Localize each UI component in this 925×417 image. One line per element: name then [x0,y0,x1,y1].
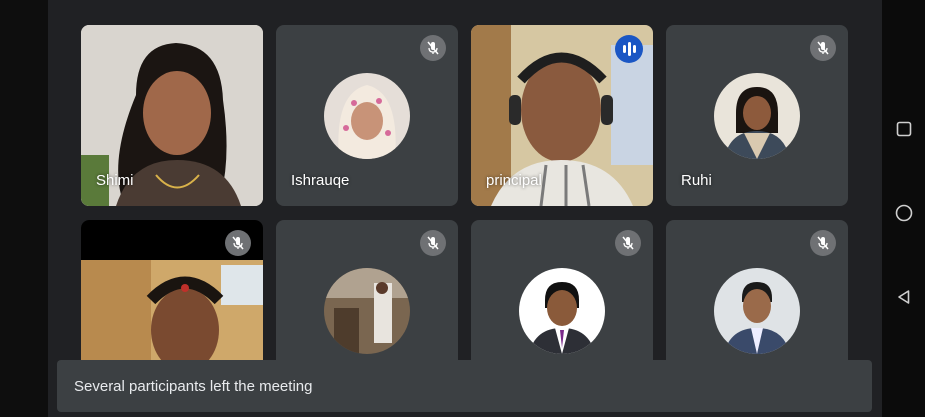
home-circle-icon[interactable] [894,203,914,223]
mic-off-icon [810,230,836,256]
participant-tile-principal[interactable]: principal [471,25,653,206]
participant-name: principal [486,172,542,189]
left-system-strip [0,0,48,417]
avatar [324,268,410,354]
participant-tile-shimi[interactable]: Shimi [81,25,263,206]
recents-square-icon[interactable] [894,119,914,139]
mic-off-icon [420,230,446,256]
avatar [324,73,410,159]
avatar [714,268,800,354]
avatar [519,268,605,354]
avatar [714,73,800,159]
mic-off-icon [615,230,641,256]
android-nav-bar [882,0,925,417]
participant-name: Shimi [96,172,134,189]
participant-tile-ishrauqe[interactable]: Ishrauqe [276,25,458,206]
back-triangle-icon[interactable] [894,287,914,307]
participant-name: Ruhi [681,172,712,189]
mic-off-icon [810,35,836,61]
mic-off-icon [420,35,446,61]
notification-toast: Several participants left the meeting [57,360,872,412]
audio-level-icon [615,35,643,63]
participant-name: Ishrauqe [291,172,350,189]
toast-message: Several participants left the meeting [74,377,313,395]
participant-tile-ruhi[interactable]: Ruhi [666,25,848,206]
mic-off-icon [225,230,251,256]
